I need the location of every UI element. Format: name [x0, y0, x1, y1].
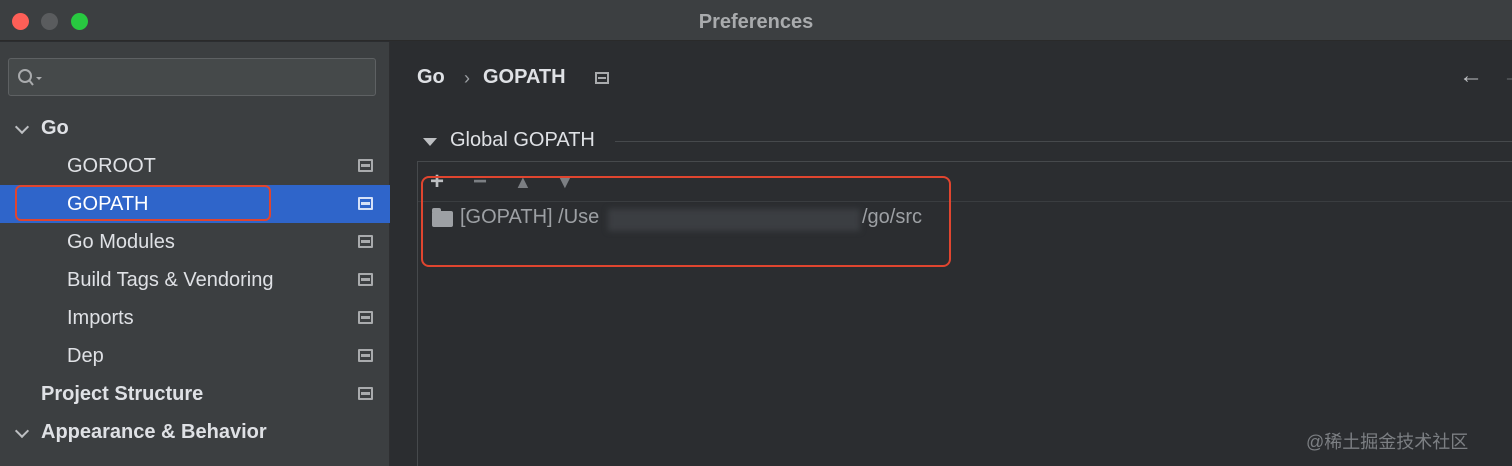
search-icon	[18, 69, 42, 86]
sidebar-item-label: Build Tags & Vendoring	[67, 269, 274, 291]
sidebar-item-label: GOROOT	[67, 155, 156, 177]
project-page-icon	[358, 273, 373, 286]
project-page-icon	[358, 235, 373, 248]
project-page-icon	[358, 159, 373, 172]
arrow-right-icon[interactable]: →	[1502, 62, 1512, 90]
sidebar-item-go[interactable]: Go	[0, 109, 390, 147]
section-title: Global GOPATH	[450, 129, 595, 151]
arrow-left-icon[interactable]: ←	[1459, 62, 1483, 90]
search-input[interactable]	[8, 58, 376, 96]
sidebar-item-label: Go Modules	[67, 231, 175, 253]
sidebar-item-go-modules[interactable]: Go Modules	[0, 223, 390, 261]
sidebar-item-label: Project Structure	[41, 383, 204, 405]
sidebar-item-imports[interactable]: Imports	[0, 299, 390, 337]
annotation-box-gopath	[15, 185, 271, 221]
sidebar-item-label: Go	[41, 117, 69, 139]
window-title: Preferences	[698, 11, 814, 33]
breadcrumb-separator: ›	[464, 68, 470, 88]
project-page-icon	[595, 72, 609, 84]
sidebar-item-project-structure[interactable]: Project Structure	[0, 375, 390, 413]
sidebar-item-dep[interactable]: Dep	[0, 337, 390, 375]
chevron-down-icon[interactable]	[14, 119, 30, 135]
project-page-icon	[358, 311, 373, 324]
breadcrumb-go[interactable]: Go	[417, 66, 445, 89]
page-title: GOPATH	[483, 66, 566, 88]
project-page-icon	[358, 197, 373, 210]
project-page-icon	[358, 349, 373, 362]
project-page-icon	[358, 387, 373, 400]
settings-sidebar: Go GOROOT GOPATH Go Modules Build Tags &…	[0, 42, 390, 466]
chevron-down-icon[interactable]	[14, 423, 30, 439]
watermark: @稀土掘金技术社区	[1306, 432, 1469, 452]
annotation-box-gopath-entry	[421, 176, 951, 267]
sidebar-item-label: Imports	[67, 307, 134, 329]
sidebar-item-label: Dep	[67, 345, 104, 367]
sidebar-item-label: Appearance & Behavior	[41, 421, 267, 443]
title-bar: Preferences	[0, 0, 1512, 41]
sidebar-item-goroot[interactable]: GOROOT	[0, 147, 390, 185]
collapse-triangle-icon[interactable]	[423, 138, 437, 146]
sidebar-item-appearance[interactable]: Appearance & Behavior	[0, 413, 390, 451]
sidebar-item-build-tags[interactable]: Build Tags & Vendoring	[0, 261, 390, 299]
section-divider	[615, 141, 1512, 142]
